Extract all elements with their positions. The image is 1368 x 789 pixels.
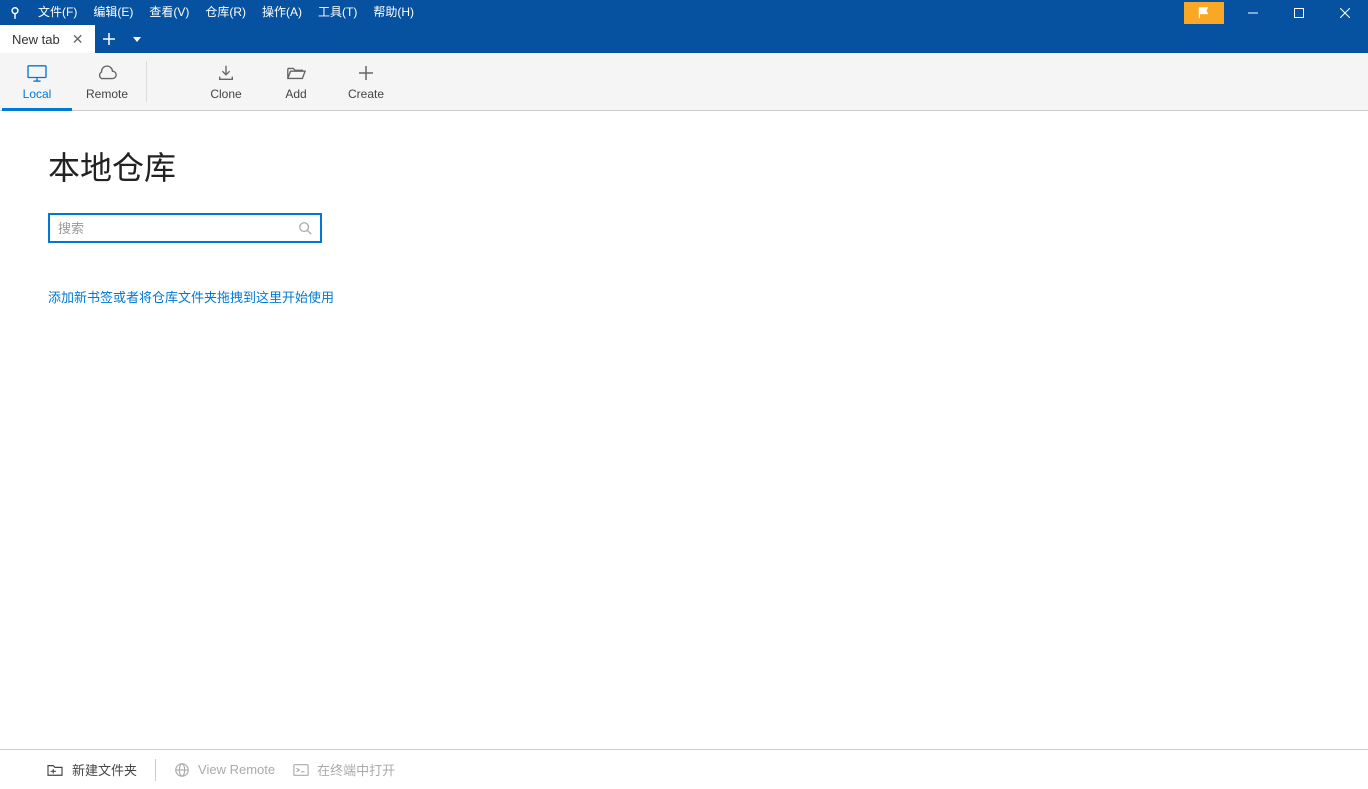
main-content: 本地仓库 添加新书签或者将仓库文件夹拖拽到这里开始使用 <box>0 111 1368 749</box>
globe-icon <box>174 762 190 778</box>
plus-icon <box>358 63 374 83</box>
statusbar: 新建文件夹 View Remote 在终端中打开 <box>0 749 1368 789</box>
status-new-folder-button[interactable]: 新建文件夹 <box>46 760 137 779</box>
tab-close-icon[interactable]: ✕ <box>70 31 86 48</box>
main-menu: 文件(F) 编辑(E) 查看(V) 仓库(R) 操作(A) 工具(T) 帮助(H… <box>30 0 422 25</box>
toolbar-local-label: Local <box>23 87 52 101</box>
toolbar-create-button[interactable]: Create <box>331 53 401 110</box>
menu-edit[interactable]: 编辑(E) <box>85 0 141 25</box>
toolbar-separator <box>146 61 147 102</box>
toolbar-clone-button[interactable]: Clone <box>191 53 261 110</box>
cloud-icon <box>96 63 118 83</box>
toolbar-remote-button[interactable]: Remote <box>72 53 142 110</box>
app-logo-icon <box>0 6 30 20</box>
status-open-terminal-button[interactable]: 在终端中打开 <box>293 760 395 779</box>
new-tab-button[interactable] <box>95 25 123 53</box>
toolbar-add-button[interactable]: Add <box>261 53 331 110</box>
toolbar-add-label: Add <box>285 87 306 101</box>
toolbar: Local Remote Clone Add Create <box>0 53 1368 111</box>
status-separator <box>155 759 156 781</box>
new-folder-icon <box>46 763 64 777</box>
minimize-button[interactable] <box>1230 0 1276 25</box>
menu-view[interactable]: 查看(V) <box>141 0 197 25</box>
menu-file[interactable]: 文件(F) <box>30 0 85 25</box>
toolbar-local-button[interactable]: Local <box>2 53 72 110</box>
folder-open-icon <box>286 63 306 83</box>
menu-action[interactable]: 操作(A) <box>254 0 310 25</box>
status-view-remote-label: View Remote <box>198 762 275 777</box>
close-button[interactable] <box>1322 0 1368 25</box>
tab-label: New tab <box>12 32 60 47</box>
tab-new[interactable]: New tab ✕ <box>0 25 95 53</box>
toolbar-clone-label: Clone <box>210 87 241 101</box>
search-box[interactable] <box>48 213 322 243</box>
notification-flag-button[interactable] <box>1184 2 1224 24</box>
menu-repo[interactable]: 仓库(R) <box>197 0 254 25</box>
titlebar: 文件(F) 编辑(E) 查看(V) 仓库(R) 操作(A) 工具(T) 帮助(H… <box>0 0 1368 25</box>
search-input[interactable] <box>58 221 298 236</box>
status-view-remote-button[interactable]: View Remote <box>174 762 275 778</box>
monitor-icon <box>26 63 48 83</box>
add-bookmark-hint-link[interactable]: 添加新书签或者将仓库文件夹拖拽到这里开始使用 <box>48 287 334 306</box>
toolbar-remote-label: Remote <box>86 87 128 101</box>
search-icon <box>298 221 312 235</box>
toolbar-create-label: Create <box>348 87 384 101</box>
download-icon <box>217 63 235 83</box>
page-title: 本地仓库 <box>48 143 1320 189</box>
terminal-icon <box>293 763 309 777</box>
tabbar: New tab ✕ <box>0 25 1368 53</box>
tab-dropdown-button[interactable] <box>123 25 151 53</box>
status-new-folder-label: 新建文件夹 <box>72 760 137 779</box>
menu-help[interactable]: 帮助(H) <box>365 0 422 25</box>
status-open-terminal-label: 在终端中打开 <box>317 760 395 779</box>
maximize-button[interactable] <box>1276 0 1322 25</box>
menu-tools[interactable]: 工具(T) <box>310 0 365 25</box>
